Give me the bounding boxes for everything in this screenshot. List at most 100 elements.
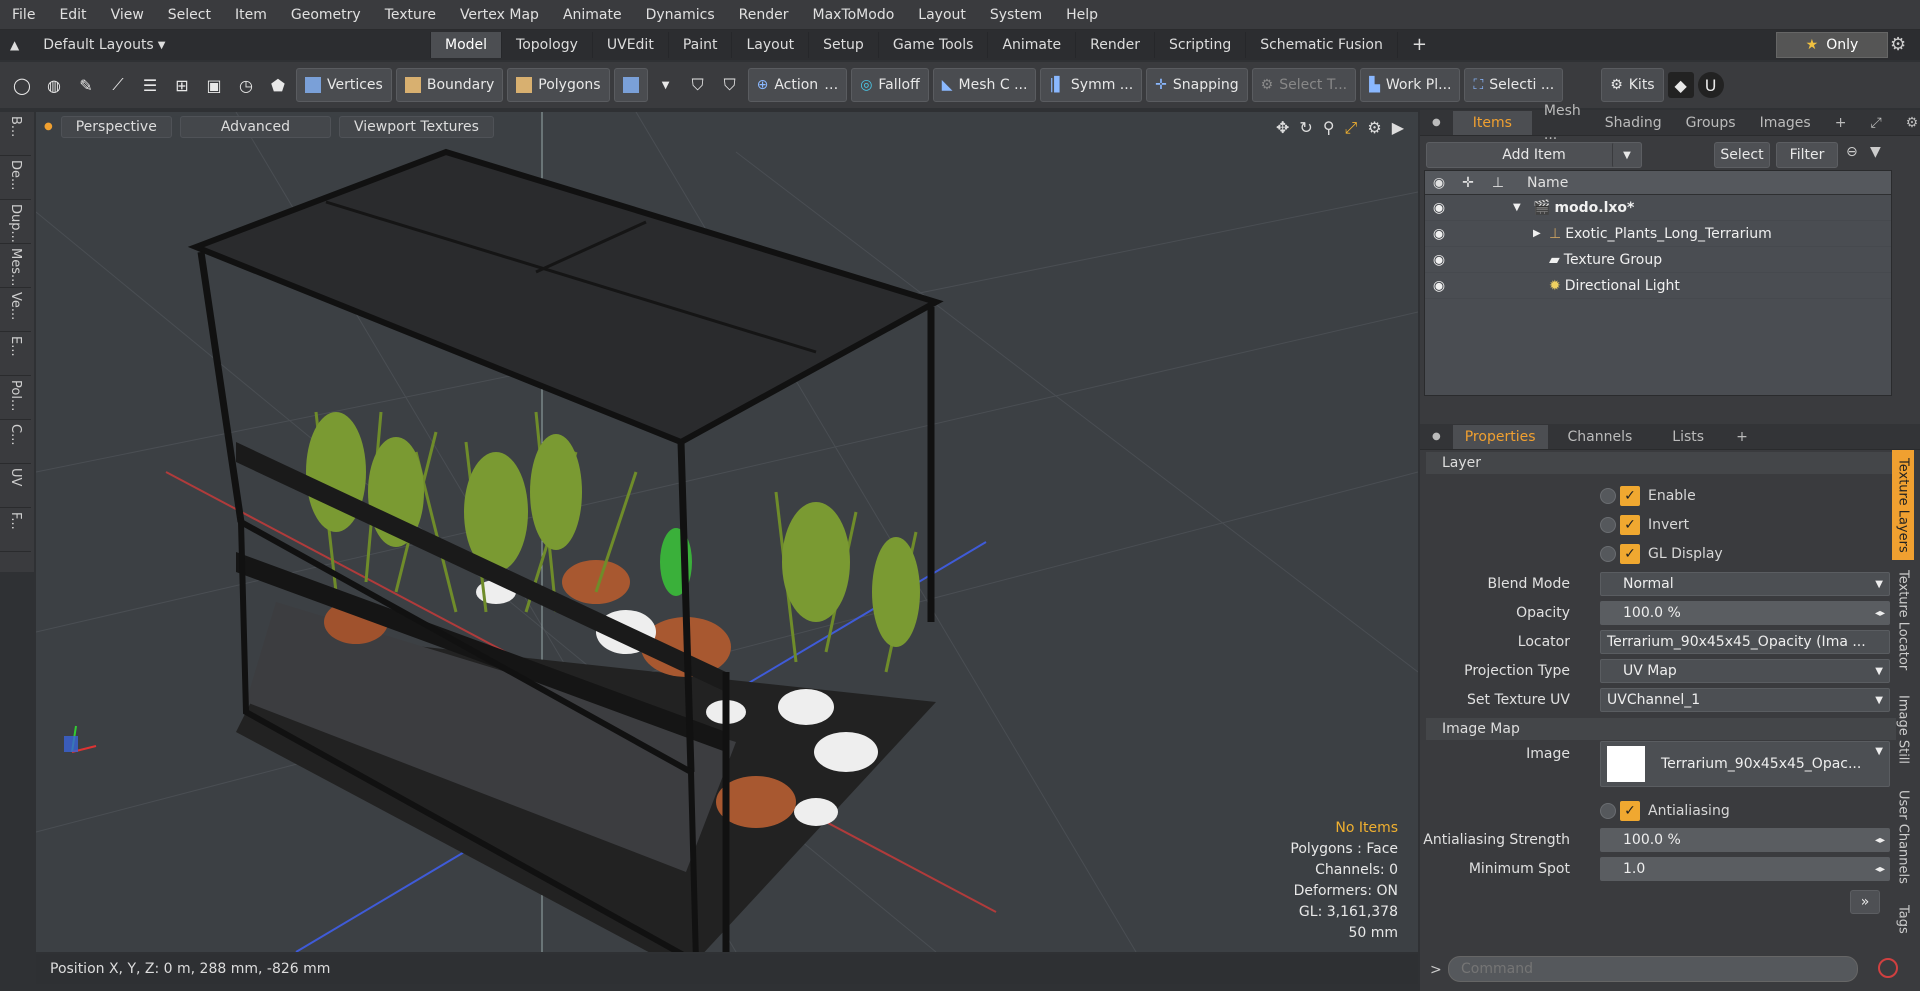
menu-maxtomodo[interactable]: MaxToModo [801,0,907,30]
texture-uv-select[interactable]: UVChannel_1 ▼ [1600,688,1890,712]
enable-checkbox[interactable]: ✓ [1620,486,1640,506]
chevron-down-icon[interactable]: ▼ [652,68,680,102]
menu-texture[interactable]: Texture [373,0,448,30]
collapse-icon[interactable]: ● [1420,425,1453,449]
menu-vertex-map[interactable]: Vertex Map [448,0,551,30]
add-item-button[interactable]: Add Item [1426,142,1642,168]
expand-arrow-icon[interactable]: ▶ [1533,228,1549,239]
opacity-field[interactable]: 100.0 % ◂▸ [1600,601,1890,625]
viewport-tab-perspective[interactable]: Perspective [60,116,172,138]
left-tab-edge[interactable]: E... [0,332,31,376]
min-spot-field[interactable]: 1.0 ◂▸ [1600,857,1890,881]
tab-layout[interactable]: Layout [731,32,808,58]
square-select-icon[interactable]: ▣ [200,68,228,102]
enable-keyframe-dot[interactable] [1600,488,1616,504]
add-tab-icon[interactable]: + [1823,111,1859,135]
add-tab-icon[interactable]: + [1724,425,1760,449]
unreal-icon[interactable]: U [1697,72,1724,98]
only-button[interactable]: ★ Only [1776,32,1888,58]
menu-view[interactable]: View [99,0,156,30]
rotate-icon[interactable]: ↻ [1299,118,1312,138]
tab-paint[interactable]: Paint [667,32,732,58]
list-item[interactable]: ◉ ▶ ⊥ Exotic_Plants_Long_Terrarium [1425,221,1891,247]
selection-sets-button[interactable]: ⛶ Selecti ... [1464,68,1564,102]
boundary-button[interactable]: Boundary [395,68,504,102]
image-select[interactable]: Terrarium_90x45x45_Opac... ▼ [1600,741,1890,787]
menu-layout[interactable]: Layout [906,0,978,30]
tab-items[interactable]: Items [1452,110,1532,135]
left-tab-mesh-edit[interactable]: Mes... [0,244,31,288]
shield-icon[interactable]: ⬟ [264,68,292,102]
list-item[interactable]: ◉ ▼ 🎬 modo.lxo* [1425,195,1891,221]
aa-strength-field[interactable]: 100.0 % ◂▸ [1600,828,1890,852]
antialiasing-keyframe-dot[interactable] [1600,803,1616,819]
eye-icon[interactable]: ◉ [1425,278,1453,294]
tab-setup[interactable]: Setup [808,32,878,58]
more-button[interactable]: » [1850,890,1880,914]
slider-arrows-icon[interactable]: ◂▸ [1875,835,1885,846]
snapping-button[interactable]: ✛ Snapping [1146,68,1248,102]
circle-select-icon[interactable]: ◯ [8,68,36,102]
fit-icon[interactable]: ⤢ [1345,118,1358,138]
left-tab-vertex[interactable]: Ve... [0,288,31,332]
left-tab-polygon[interactable]: Pol... [0,376,31,420]
antialiasing-checkbox[interactable]: ✓ [1620,801,1640,821]
layouts-dropdown[interactable]: ▲ Default Layouts ▼ [0,37,430,53]
command-input[interactable] [1448,956,1858,982]
grid-icon[interactable]: ⊞ [168,68,196,102]
mesh-constraints-button[interactable]: ◣ Mesh C ... [932,68,1037,102]
list-item[interactable]: ◉ ✹ Directional Light [1425,273,1891,299]
gl-display-keyframe-dot[interactable] [1600,546,1616,562]
image-map-section-header[interactable]: Image Map [1426,718,1896,740]
gl-display-checkbox[interactable]: ✓ [1620,544,1640,564]
minus-icon[interactable]: ⊖ [1846,144,1858,160]
side-tab-texture-locator[interactable]: Texture Locator [1892,562,1914,678]
menu-geometry[interactable]: Geometry [279,0,373,30]
side-tab-image-still[interactable]: Image Still [1892,680,1914,780]
tab-animate[interactable]: Animate [987,32,1075,58]
add-tab-icon[interactable]: + [1396,32,1441,58]
gear-icon[interactable]: ⚙ [1894,111,1920,135]
layer-section-header[interactable]: Layer [1426,452,1896,474]
menu-render[interactable]: Render [727,0,801,30]
left-tab-fusion[interactable]: F... [0,508,31,552]
kits-button[interactable]: ⚙ Kits [1601,68,1664,102]
menu-help[interactable]: Help [1054,0,1110,30]
side-tab-user-channels[interactable]: User Channels [1892,782,1914,892]
left-tab-duplicate[interactable]: Dup... [0,200,31,244]
pen-icon[interactable]: ✎ [72,68,100,102]
menu-select[interactable]: Select [156,0,223,30]
eye-icon[interactable]: ◉ [1425,226,1453,242]
shield-icon[interactable]: ⛉ [684,68,712,102]
tab-properties[interactable]: Properties [1452,424,1548,449]
layers-icon[interactable]: ☰ [136,68,164,102]
tab-groups[interactable]: Groups [1674,111,1748,135]
polygons-button[interactable]: Polygons [507,68,610,102]
slider-arrows-icon[interactable]: ◂▸ [1875,608,1885,619]
tab-schematic-fusion[interactable]: Schematic Fusion [1245,32,1397,58]
filter-button[interactable]: Filter [1776,142,1838,168]
tab-model[interactable]: Model [430,32,502,58]
tab-game-tools[interactable]: Game Tools [877,32,988,58]
refresh-icon[interactable]: ◷ [232,68,260,102]
menu-animate[interactable]: Animate [551,0,634,30]
tab-images[interactable]: Images [1748,111,1823,135]
side-tab-texture-layers[interactable]: Texture Layers [1892,450,1914,560]
vertices-button[interactable]: Vertices [296,68,392,102]
eye-icon[interactable]: ◉ [1425,200,1453,216]
menu-item[interactable]: Item [223,0,279,30]
work-plane-button[interactable]: ▙ Work Pl... [1360,68,1461,102]
left-tab-uv[interactable]: UV [0,464,31,508]
collapse-icon[interactable]: ● [1420,111,1453,135]
unity-icon[interactable]: ◆ [1667,72,1694,98]
globe-icon[interactable]: ◍ [40,68,68,102]
menu-dynamics[interactable]: Dynamics [634,0,727,30]
tab-render[interactable]: Render [1075,32,1154,58]
expand-arrow-icon[interactable]: ▼ [1513,202,1533,213]
tab-uvedit[interactable]: UVEdit [591,32,668,58]
blend-mode-select[interactable]: Normal ▼ [1600,572,1890,596]
tab-scripting[interactable]: Scripting [1153,32,1245,58]
item-mode-button[interactable] [613,68,648,102]
side-tab-tags[interactable]: Tags [1892,894,1914,944]
invert-checkbox[interactable]: ✓ [1620,515,1640,535]
